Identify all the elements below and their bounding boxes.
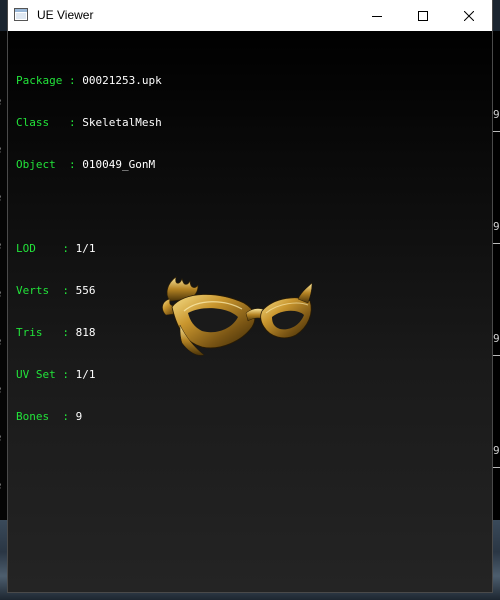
minimize-button[interactable] <box>354 0 400 31</box>
background-console-glyph: ] <box>0 365 8 381</box>
stat-bones: Bones : 9 <box>16 410 83 423</box>
close-icon <box>464 10 474 21</box>
background-console-glyph: ] <box>0 445 8 461</box>
background-console-glyph: ] <box>0 253 8 269</box>
3d-viewport[interactable]: Package : 00021253.upk Class : SkeletalM… <box>8 31 492 592</box>
background-console-glyph: ] <box>0 493 8 509</box>
background-console-glyph: ] <box>0 317 8 333</box>
title-bar[interactable]: UE Viewer <box>8 0 492 31</box>
background-console-glyph: ] <box>0 269 8 285</box>
app-window-icon <box>14 8 28 21</box>
close-button[interactable] <box>446 0 492 31</box>
maximize-button[interactable] <box>400 0 446 31</box>
background-window-glyph: 9 <box>493 220 500 233</box>
info-package: Package : 00021253.upk <box>16 74 162 87</box>
background-console-glyph: e <box>0 333 8 349</box>
background-console-glyph: ] <box>0 205 8 221</box>
window-title: UE Viewer <box>37 8 94 22</box>
minimize-icon <box>372 15 382 17</box>
background-window-glyph: 9 <box>493 444 500 457</box>
info-class: Class : SkeletalMesh <box>16 116 162 129</box>
background-console-glyph: e <box>0 429 8 445</box>
background-console-glyph: ] <box>0 221 8 237</box>
background-window-glyph: 9 <box>493 108 500 121</box>
background-console-glyph: ] <box>0 61 8 77</box>
background-window-line <box>493 131 500 132</box>
background-window-left: ]]e]]e]]e]]e]]e]]e]]e]]e]]e]]e <box>0 31 8 521</box>
background-window-line <box>493 355 500 356</box>
background-console-glyph: ] <box>0 413 8 429</box>
stat-verts: Verts : 556 <box>16 284 96 297</box>
background-window-glyph: 9 <box>493 332 500 345</box>
background-console-glyph: ] <box>0 173 8 189</box>
background-console-glyph: e <box>0 381 8 397</box>
background-console-glyph: ] <box>0 109 8 125</box>
background-console-glyph: e <box>0 93 8 109</box>
info-object: Object : 010049_GonM <box>16 158 156 171</box>
background-console-glyph: ] <box>0 157 8 173</box>
background-console-glyph: e <box>0 141 8 157</box>
stat-uv-set: UV Set : 1/1 <box>16 368 96 381</box>
background-window-line <box>493 467 500 468</box>
background-window-line <box>493 243 500 244</box>
stat-lod: LOD : 1/1 <box>16 242 96 255</box>
background-console-glyph: ] <box>0 397 8 413</box>
maximize-icon <box>418 10 428 21</box>
background-window-right: 9 9 9 9 <box>491 31 500 531</box>
background-console-glyph: e <box>0 189 8 205</box>
stat-tris: Tris : 818 <box>16 326 96 339</box>
ue-viewer-window: UE Viewer Package : 00021253.upk Class :… <box>8 0 492 592</box>
background-console-glyph: ] <box>0 349 8 365</box>
background-console-glyph: e <box>0 237 8 253</box>
mask-mesh-render <box>162 276 313 356</box>
background-console-glyph: ] <box>0 77 8 93</box>
background-console-glyph: ] <box>0 301 8 317</box>
background-console-glyph: e <box>0 477 8 493</box>
mesh-info-overlay: Package : 00021253.upk Class : SkeletalM… <box>16 46 162 452</box>
background-console-glyph: e <box>0 285 8 301</box>
background-console-glyph: ] <box>0 125 8 141</box>
background-console-glyph: ] <box>0 461 8 477</box>
